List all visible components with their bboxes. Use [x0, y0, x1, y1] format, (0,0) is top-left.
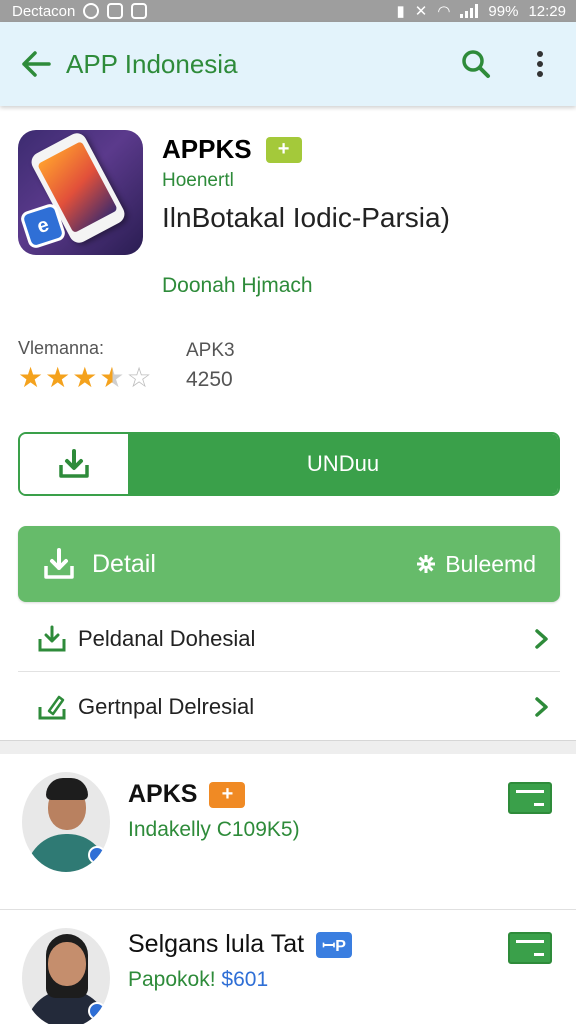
chevron-right-icon	[535, 697, 548, 717]
link-row[interactable]: Peldanal Dohesial	[18, 606, 560, 672]
detail-settings[interactable]: Buleemd	[417, 551, 536, 578]
rating-count: 4250	[186, 368, 233, 391]
rating-label: Vlemanna:	[18, 338, 105, 358]
section-divider	[0, 740, 576, 754]
card-icon[interactable]	[508, 782, 552, 814]
item-tag-badge: ꟷP	[316, 931, 353, 958]
item-subtitle-text: Papokok!	[128, 968, 216, 991]
app-name: APPKS	[162, 134, 252, 164]
link-label: Peldanal Dohesial	[78, 625, 256, 651]
item-subtitle: Papokok! $601	[128, 968, 268, 992]
status-bar: Dectacon ▮ ✕ ◠ 99% 12:29	[0, 0, 576, 22]
download-icon-box	[20, 434, 128, 494]
mute-icon: ✕	[414, 3, 428, 20]
app-subtitle: IlnBotakal Iodic-Parsia)	[162, 202, 450, 233]
download-icon	[38, 625, 66, 651]
verified-badge-icon	[88, 1002, 106, 1020]
link-row[interactable]: Gertnpal Delresial	[18, 674, 560, 740]
carrier-label: Dectacon	[12, 2, 76, 20]
item-title: Selgans lula Tat	[128, 930, 305, 958]
app-header: e APPKS + Hoenertl IlnBotakal Iodic-Pars…	[18, 130, 558, 310]
item-price: $601	[221, 968, 269, 991]
detail-button[interactable]: Detail Buleemd	[18, 526, 560, 602]
star-icon: ★	[45, 362, 71, 393]
link-label: Gertnpal Delresial	[78, 694, 255, 719]
item-title: APKS	[128, 780, 198, 808]
card-icon[interactable]	[508, 932, 552, 964]
back-button[interactable]	[12, 40, 60, 88]
app-bar: APP Indonesia	[0, 22, 576, 106]
star-half-icon: ★	[99, 362, 125, 393]
download-label: UNDuu	[128, 434, 558, 494]
detail-label: Detail	[92, 549, 156, 578]
image-icon	[131, 3, 148, 19]
battery-label: 99%	[488, 2, 519, 20]
more-options-button[interactable]	[518, 42, 562, 86]
message-icon	[107, 3, 124, 19]
rating-block: Vlemanna: ★ ★ ★ ★ ☆ APK3 4250	[18, 338, 318, 398]
avatar	[22, 928, 110, 1024]
star-empty-icon: ☆	[126, 362, 152, 393]
vibrate-icon: ▮	[396, 3, 405, 20]
rating-stars: ★ ★ ★ ★ ☆	[18, 364, 152, 392]
app-tag-badge: +	[265, 136, 302, 163]
more-vert-icon	[537, 51, 543, 77]
app-developer[interactable]: Hoenertl	[162, 170, 234, 192]
list-item[interactable]: Selgans lula Tat ꟷP Papokok! $601	[0, 910, 576, 1024]
download-icon	[44, 548, 74, 579]
search-icon	[462, 50, 490, 78]
list-item[interactable]: APKS + Indakelly C109K5)	[0, 760, 576, 910]
app-offer-link[interactable]: Doonah Hjmach	[162, 274, 313, 298]
avatar	[22, 772, 110, 872]
back-arrow-icon	[22, 51, 51, 77]
download-button[interactable]: UNDuu	[18, 432, 560, 496]
signal-icon	[460, 4, 479, 18]
star-icon: ★	[72, 362, 98, 393]
search-button[interactable]	[454, 42, 498, 86]
detail-right-label: Buleemd	[445, 550, 536, 577]
wifi-icon: ◠	[437, 3, 451, 20]
app-icon: e	[18, 130, 143, 255]
star-icon: ★	[18, 362, 44, 393]
notification-icon	[83, 3, 100, 19]
verified-badge-icon	[88, 846, 106, 864]
meta-label: APK3	[186, 340, 235, 361]
chevron-right-icon	[535, 628, 548, 649]
edit-download-icon	[38, 695, 66, 720]
item-tag-badge: +	[209, 781, 246, 808]
item-subtitle: Indakelly C109K5)	[128, 818, 300, 841]
clock: 12:29	[528, 2, 566, 20]
gear-icon	[417, 555, 436, 573]
page-title: APP Indonesia	[66, 48, 238, 79]
download-icon	[59, 449, 89, 478]
